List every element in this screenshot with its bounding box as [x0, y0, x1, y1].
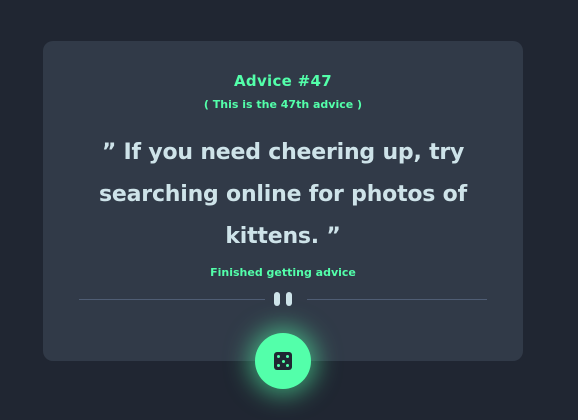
advice-subtitle: ( This is the 47th advice ) [203, 98, 363, 111]
generate-advice-button[interactable] [255, 333, 311, 389]
pause-bar-left [274, 292, 280, 306]
dice-pip [281, 359, 285, 363]
dice-pip [286, 364, 289, 367]
pause-icon [274, 292, 294, 306]
pause-bar-right [286, 292, 292, 306]
divider-line-right [307, 299, 487, 300]
advice-quote: ” If you need cheering up, try searching… [99, 140, 467, 249]
status-message: Finished getting advice [210, 266, 356, 279]
divider-line-left [79, 299, 265, 300]
dice-pip [286, 355, 289, 358]
dice-pip [277, 355, 280, 358]
dice-pip [277, 364, 280, 367]
dice-icon [274, 352, 292, 370]
advice-title: Advice #47 [234, 72, 332, 90]
advice-card: Advice #47 ( This is the 47th advice ) ”… [43, 41, 523, 361]
